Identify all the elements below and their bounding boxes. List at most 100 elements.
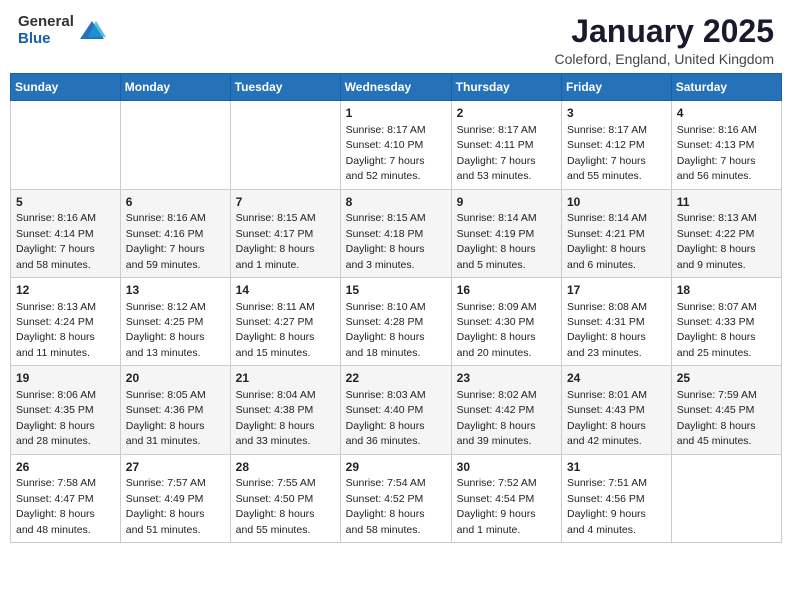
calendar-cell: 31Sunrise: 7:51 AM Sunset: 4:56 PM Dayli… bbox=[562, 454, 672, 542]
calendar-cell: 13 Sunrise: 8:12 AM Sunset: 4:25 PM Dayli… bbox=[120, 277, 230, 365]
day-number: 21 bbox=[236, 370, 335, 387]
day-detail: Sunrise: 7:55 AM Sunset: 4:50 PM Dayligh… bbox=[236, 477, 316, 535]
calendar-cell: 9Sunrise: 8:14 AM Sunset: 4:19 PM Daylig… bbox=[451, 189, 561, 277]
logo-text: General Blue bbox=[18, 14, 74, 47]
header-day-tuesday: Tuesday bbox=[230, 74, 340, 101]
day-detail: Sunrise: 8:10 AM Sunset: 4:28 PM Dayligh… bbox=[346, 301, 426, 359]
day-number: 17 bbox=[567, 282, 666, 299]
day-number: 15 bbox=[346, 282, 446, 299]
calendar-cell: 24Sunrise: 8:01 AM Sunset: 4:43 PM Dayli… bbox=[562, 366, 672, 454]
location: Coleford, England, United Kingdom bbox=[555, 51, 774, 67]
day-number: 16 bbox=[457, 282, 556, 299]
logo-icon bbox=[78, 17, 106, 45]
day-detail: Sunrise: 8:02 AM Sunset: 4:42 PM Dayligh… bbox=[457, 389, 537, 447]
day-detail: Sunrise: 8:08 AM Sunset: 4:31 PM Dayligh… bbox=[567, 301, 647, 359]
calendar-cell: 16 Sunrise: 8:09 AM Sunset: 4:30 PM Dayli… bbox=[451, 277, 561, 365]
header-day-thursday: Thursday bbox=[451, 74, 561, 101]
day-number: 4 bbox=[677, 105, 776, 122]
day-number: 29 bbox=[346, 459, 446, 476]
day-number: 24 bbox=[567, 370, 666, 387]
day-detail: Sunrise: 7:52 AM Sunset: 4:54 PM Dayligh… bbox=[457, 477, 537, 535]
day-detail: Sunrise: 8:16 AM Sunset: 4:14 PM Dayligh… bbox=[16, 212, 96, 270]
day-number: 18 bbox=[677, 282, 776, 299]
header-day-sunday: Sunday bbox=[11, 74, 121, 101]
header-day-saturday: Saturday bbox=[671, 74, 781, 101]
calendar-cell bbox=[120, 101, 230, 189]
day-detail: Sunrise: 8:03 AM Sunset: 4:40 PM Dayligh… bbox=[346, 389, 426, 447]
day-number: 9 bbox=[457, 194, 556, 211]
calendar-cell bbox=[11, 101, 121, 189]
day-number: 1 bbox=[346, 105, 446, 122]
calendar-cell: 15 Sunrise: 8:10 AM Sunset: 4:28 PM Dayli… bbox=[340, 277, 451, 365]
calendar-cell: 19 Sunrise: 8:06 AM Sunset: 4:35 PM Dayli… bbox=[11, 366, 121, 454]
calendar-week-2: 5Sunrise: 8:16 AM Sunset: 4:14 PM Daylig… bbox=[11, 189, 782, 277]
calendar-cell: 17 Sunrise: 8:08 AM Sunset: 4:31 PM Dayli… bbox=[562, 277, 672, 365]
day-number: 31 bbox=[567, 459, 666, 476]
calendar-header: SundayMondayTuesdayWednesdayThursdayFrid… bbox=[11, 74, 782, 101]
calendar-cell: 21 Sunrise: 8:04 AM Sunset: 4:38 PM Dayli… bbox=[230, 366, 340, 454]
header-row: SundayMondayTuesdayWednesdayThursdayFrid… bbox=[11, 74, 782, 101]
calendar-outer: SundayMondayTuesdayWednesdayThursdayFrid… bbox=[0, 73, 792, 553]
day-number: 23 bbox=[457, 370, 556, 387]
day-detail: Sunrise: 8:12 AM Sunset: 4:25 PM Dayligh… bbox=[126, 301, 206, 359]
calendar-cell bbox=[230, 101, 340, 189]
day-number: 30 bbox=[457, 459, 556, 476]
calendar-cell: 6Sunrise: 8:16 AM Sunset: 4:16 PM Daylig… bbox=[120, 189, 230, 277]
calendar-cell: 8Sunrise: 8:15 AM Sunset: 4:18 PM Daylig… bbox=[340, 189, 451, 277]
calendar-cell: 5Sunrise: 8:16 AM Sunset: 4:14 PM Daylig… bbox=[11, 189, 121, 277]
calendar-week-3: 12Sunrise: 8:13 AM Sunset: 4:24 PM Dayli… bbox=[11, 277, 782, 365]
day-number: 28 bbox=[236, 459, 335, 476]
day-detail: Sunrise: 7:54 AM Sunset: 4:52 PM Dayligh… bbox=[346, 477, 426, 535]
day-detail: Sunrise: 7:57 AM Sunset: 4:49 PM Dayligh… bbox=[126, 477, 206, 535]
logo: General Blue bbox=[18, 14, 106, 47]
day-number: 2 bbox=[457, 105, 556, 122]
calendar-cell: 14Sunrise: 8:11 AM Sunset: 4:27 PM Dayli… bbox=[230, 277, 340, 365]
day-detail: Sunrise: 8:07 AM Sunset: 4:33 PM Dayligh… bbox=[677, 301, 757, 359]
calendar-week-4: 19 Sunrise: 8:06 AM Sunset: 4:35 PM Dayli… bbox=[11, 366, 782, 454]
day-number: 10 bbox=[567, 194, 666, 211]
calendar-cell: 3 Sunrise: 8:17 AM Sunset: 4:12 PM Daylig… bbox=[562, 101, 672, 189]
calendar-cell: 7Sunrise: 8:15 AM Sunset: 4:17 PM Daylig… bbox=[230, 189, 340, 277]
day-detail: Sunrise: 8:17 AM Sunset: 4:10 PM Dayligh… bbox=[346, 124, 426, 182]
day-number: 7 bbox=[236, 194, 335, 211]
day-number: 8 bbox=[346, 194, 446, 211]
day-detail: Sunrise: 8:13 AM Sunset: 4:22 PM Dayligh… bbox=[677, 212, 757, 270]
calendar-cell: 23 Sunrise: 8:02 AM Sunset: 4:42 PM Dayli… bbox=[451, 366, 561, 454]
calendar-cell: 30Sunrise: 7:52 AM Sunset: 4:54 PM Dayli… bbox=[451, 454, 561, 542]
header-day-wednesday: Wednesday bbox=[340, 74, 451, 101]
day-detail: Sunrise: 8:16 AM Sunset: 4:13 PM Dayligh… bbox=[677, 124, 757, 182]
day-detail: Sunrise: 8:17 AM Sunset: 4:11 PM Dayligh… bbox=[457, 124, 537, 182]
day-detail: Sunrise: 8:17 AM Sunset: 4:12 PM Dayligh… bbox=[567, 124, 647, 182]
calendar-cell: 28Sunrise: 7:55 AM Sunset: 4:50 PM Dayli… bbox=[230, 454, 340, 542]
calendar-body: 1 Sunrise: 8:17 AM Sunset: 4:10 PM Daylig… bbox=[11, 101, 782, 543]
day-detail: Sunrise: 7:58 AM Sunset: 4:47 PM Dayligh… bbox=[16, 477, 96, 535]
header-day-monday: Monday bbox=[120, 74, 230, 101]
calendar-cell bbox=[671, 454, 781, 542]
day-detail: Sunrise: 7:59 AM Sunset: 4:45 PM Dayligh… bbox=[677, 389, 757, 447]
calendar-cell: 29Sunrise: 7:54 AM Sunset: 4:52 PM Dayli… bbox=[340, 454, 451, 542]
calendar-cell: 22 Sunrise: 8:03 AM Sunset: 4:40 PM Dayli… bbox=[340, 366, 451, 454]
logo-general: General bbox=[18, 14, 74, 31]
calendar-cell: 10Sunrise: 8:14 AM Sunset: 4:21 PM Dayli… bbox=[562, 189, 672, 277]
day-number: 13 bbox=[126, 282, 225, 299]
logo-blue: Blue bbox=[18, 31, 74, 48]
day-number: 20 bbox=[126, 370, 225, 387]
day-number: 14 bbox=[236, 282, 335, 299]
day-number: 22 bbox=[346, 370, 446, 387]
calendar-cell: 25 Sunrise: 7:59 AM Sunset: 4:45 PM Dayli… bbox=[671, 366, 781, 454]
calendar-cell: 27Sunrise: 7:57 AM Sunset: 4:49 PM Dayli… bbox=[120, 454, 230, 542]
day-number: 25 bbox=[677, 370, 776, 387]
calendar-cell: 12Sunrise: 8:13 AM Sunset: 4:24 PM Dayli… bbox=[11, 277, 121, 365]
day-number: 11 bbox=[677, 194, 776, 211]
day-detail: Sunrise: 8:06 AM Sunset: 4:35 PM Dayligh… bbox=[16, 389, 96, 447]
title-block: January 2025 Coleford, England, United K… bbox=[555, 14, 774, 67]
day-detail: Sunrise: 8:09 AM Sunset: 4:30 PM Dayligh… bbox=[457, 301, 537, 359]
day-number: 12 bbox=[16, 282, 115, 299]
day-number: 3 bbox=[567, 105, 666, 122]
day-number: 19 bbox=[16, 370, 115, 387]
calendar-cell: 18 Sunrise: 8:07 AM Sunset: 4:33 PM Dayli… bbox=[671, 277, 781, 365]
day-number: 5 bbox=[16, 194, 115, 211]
header-day-friday: Friday bbox=[562, 74, 672, 101]
day-detail: Sunrise: 8:16 AM Sunset: 4:16 PM Dayligh… bbox=[126, 212, 206, 270]
day-detail: Sunrise: 8:04 AM Sunset: 4:38 PM Dayligh… bbox=[236, 389, 316, 447]
